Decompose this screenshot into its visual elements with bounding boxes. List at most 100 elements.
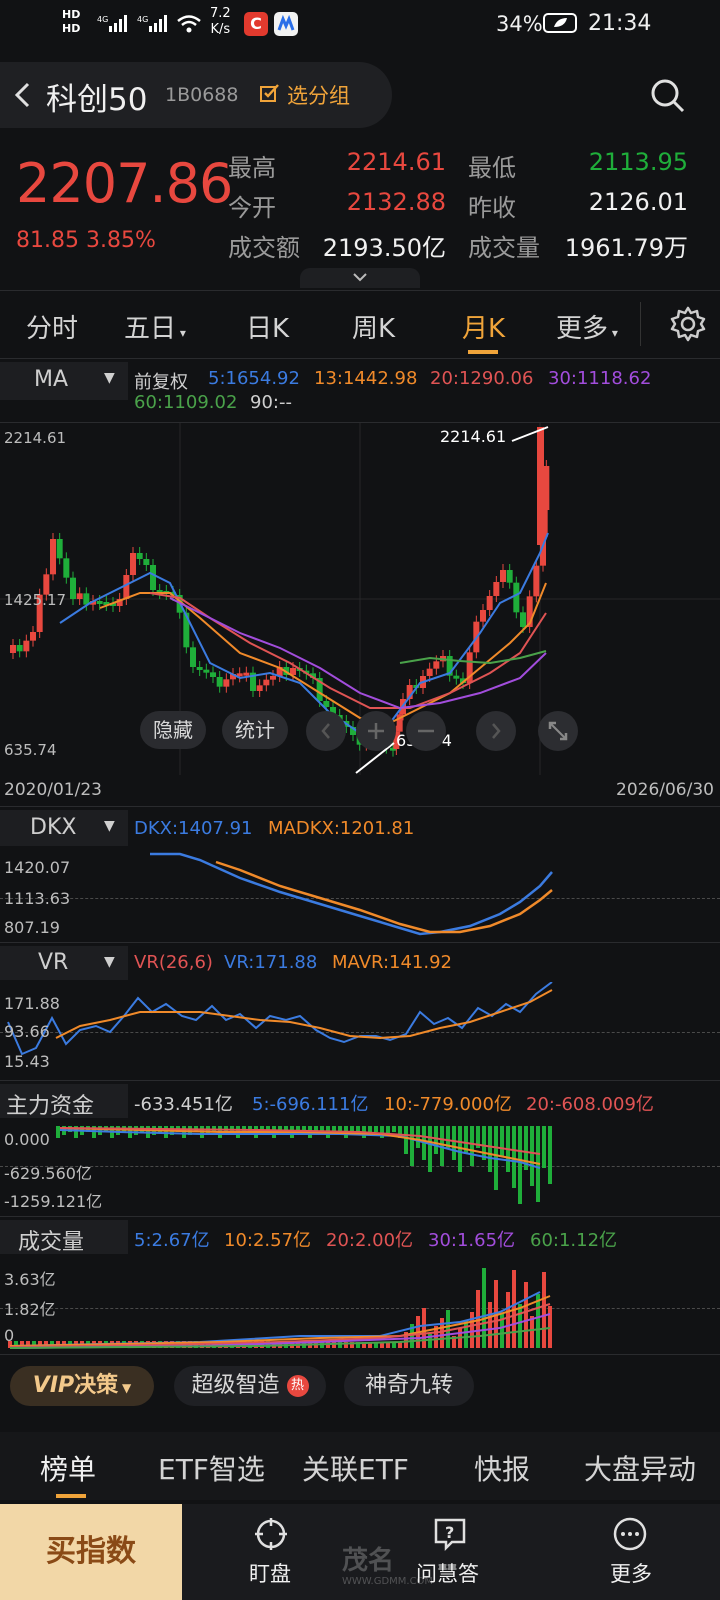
fund-bar	[518, 1126, 522, 1204]
fund-indicator-selector[interactable]: 主力资金	[0, 1084, 128, 1119]
volume-bar	[470, 1312, 474, 1348]
battery-text: 34%	[496, 12, 543, 36]
candle	[196, 667, 203, 670]
ma20-value: 20:1290.06	[430, 368, 534, 389]
tab-daily-k[interactable]: 日K	[246, 308, 289, 345]
volume-bar	[476, 1290, 480, 1348]
caret-down-icon-2: ▾	[608, 326, 618, 340]
volume-bar	[518, 1304, 522, 1348]
candle	[143, 559, 150, 565]
tab-etf-select[interactable]: ETF智选	[158, 1448, 265, 1488]
high-value: 2214.61	[346, 148, 446, 176]
zoom-in-button[interactable]	[356, 711, 396, 751]
tab-ranking[interactable]: 榜单	[40, 1448, 96, 1488]
watermark-site: WWW.GDMM.COM	[342, 1576, 434, 1587]
tab-related-etf[interactable]: 关联ETF	[302, 1448, 409, 1488]
super-manufacture-button[interactable]: 超级智造 热	[174, 1366, 326, 1406]
fund-ma5: 5:-696.111亿	[252, 1094, 369, 1115]
volume-label: 成交量	[468, 234, 540, 262]
scroll-right-button[interactable]	[476, 711, 516, 751]
vr-y-mid: 93.66	[4, 1022, 50, 1041]
vip-decision-button[interactable]: VIP决策 ▼	[10, 1366, 154, 1406]
ma-label: MA	[34, 367, 69, 392]
fund-bar	[404, 1126, 408, 1154]
ma90-value: 90:--	[250, 392, 292, 413]
tab-weekly-k[interactable]: 周K	[352, 308, 395, 345]
candle	[480, 610, 486, 622]
fund-bar	[542, 1126, 546, 1168]
watermark: 茂名 WWW.GDMM.COM	[262, 1534, 462, 1594]
dkx-indicator-selector[interactable]: DKX ▼	[0, 810, 128, 846]
kline-chart[interactable]: 2214.61 1425.17 635.74 2214.61 635.74 隐藏…	[0, 422, 720, 775]
ma60-value: 60:1109.02	[134, 392, 238, 413]
candle	[520, 612, 526, 627]
volume-bar	[422, 1308, 426, 1348]
nine-turn-button[interactable]: 神奇九转	[344, 1366, 474, 1406]
signal-icon-2: 4G	[137, 14, 171, 34]
tab-news-flash[interactable]: 快报	[474, 1448, 530, 1488]
buy-index-button[interactable]: 买指数	[0, 1504, 182, 1600]
caret-down-icon-5: ▼	[104, 954, 115, 970]
max-price-label: 2214.61	[440, 427, 507, 446]
volume-indicator-selector[interactable]: 成交量	[0, 1220, 128, 1255]
active-tab-indicator	[468, 350, 498, 354]
vol-ma30: 30:1.65亿	[428, 1230, 516, 1251]
chevron-left-icon[interactable]	[8, 80, 38, 110]
stats-button[interactable]: 统计	[222, 711, 288, 749]
ma-indicator-selector[interactable]: MA ▼	[0, 362, 128, 400]
candle	[270, 676, 276, 680]
fund-bar	[548, 1126, 552, 1184]
vr-indicator-selector[interactable]: VR ▼	[0, 946, 128, 980]
adjust-mode[interactable]: 前复权	[134, 368, 188, 394]
fund-bar	[428, 1126, 432, 1172]
candle	[256, 685, 263, 691]
candle	[150, 565, 156, 590]
expand-quote-button[interactable]	[300, 268, 420, 288]
amount-label: 成交额	[228, 234, 300, 262]
candle	[263, 679, 270, 686]
candle	[136, 553, 143, 559]
search-icon[interactable]	[648, 76, 688, 116]
tab-monthly-k[interactable]: 月K	[462, 308, 505, 345]
tab-more[interactable]: 更多 ▾	[556, 308, 618, 345]
fullscreen-button[interactable]	[538, 711, 578, 751]
candle	[210, 672, 216, 677]
net-speed: 7.2 K/s	[210, 6, 231, 38]
hd-label-2: HD	[62, 22, 81, 35]
date-start: 2020/01/23	[4, 780, 102, 800]
more-label: 更多	[610, 1562, 652, 1586]
add-group-label: 选分组	[287, 84, 350, 108]
caret-down-icon-4: ▼	[104, 818, 115, 834]
ma-line-4	[399, 650, 547, 665]
candle	[96, 601, 103, 604]
app-notification-icon-2	[274, 12, 298, 36]
madkx-value: MADKX:1201.81	[268, 818, 415, 839]
volume-value: 1961.79万	[564, 234, 688, 262]
volume-bar	[464, 1320, 468, 1348]
change-percent: 3.85%	[85, 228, 156, 253]
gear-icon[interactable]	[670, 306, 706, 346]
fund-bar	[488, 1126, 492, 1172]
fund-bar	[410, 1126, 414, 1166]
wifi-icon	[176, 14, 202, 39]
volume-bar	[488, 1302, 492, 1348]
scroll-left-button[interactable]	[306, 711, 346, 751]
tab-five-day-label: 五日	[124, 314, 177, 344]
tab-timeshare[interactable]: 分时	[26, 308, 78, 345]
zoom-out-button[interactable]	[406, 711, 446, 751]
hd-label-1: HD	[62, 8, 81, 21]
sig1-text: 4G	[97, 15, 108, 24]
hide-button[interactable]: 隐藏	[140, 711, 206, 749]
tab-market-alert[interactable]: 大盘异动	[584, 1448, 696, 1488]
net-speed-unit: K/s	[210, 22, 231, 37]
mavr-value: MAVR:141.92	[332, 952, 453, 973]
quote-grid: 最高 2214.61 最低 2113.95 今开 2132.88 昨收 2126…	[228, 148, 698, 268]
candle	[63, 558, 70, 578]
more-button[interactable]: 更多	[580, 1504, 680, 1600]
volume-bar	[530, 1316, 534, 1348]
vip-label: VIP	[32, 1373, 75, 1398]
candle	[23, 640, 30, 652]
tab-five-day[interactable]: 五日 ▾	[124, 308, 186, 345]
vol-y-bottom: 0	[4, 1326, 15, 1345]
battery-icon	[543, 13, 577, 33]
